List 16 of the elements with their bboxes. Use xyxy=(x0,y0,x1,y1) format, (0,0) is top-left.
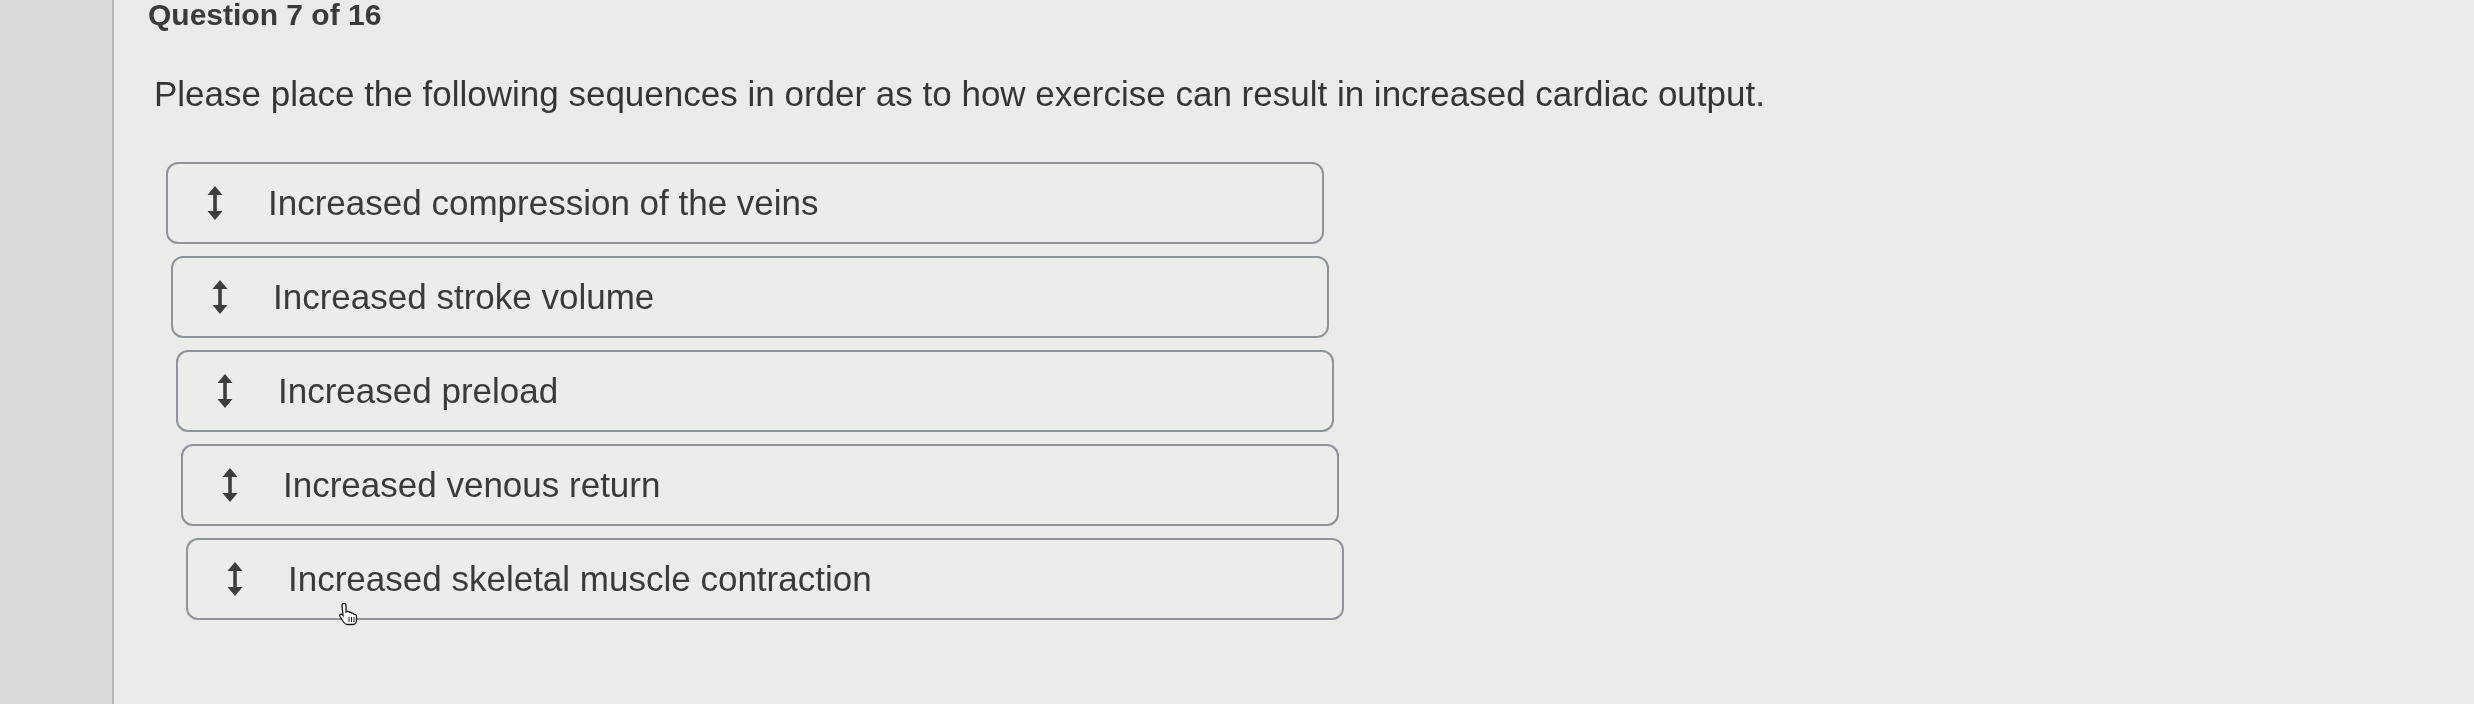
up-down-arrow-icon xyxy=(206,185,224,221)
question-counter: Question 7 of 16 xyxy=(148,0,383,30)
up-down-arrow-icon xyxy=(221,467,239,503)
sequence-item[interactable]: Increased preload xyxy=(176,350,1334,432)
sequence-item[interactable]: Increased stroke volume xyxy=(171,256,1329,338)
item-label: Increased preload xyxy=(278,371,559,411)
sequence-item[interactable]: Increased compression of the veins xyxy=(166,162,1324,244)
sequence-item[interactable]: Increased venous return xyxy=(181,444,1339,526)
item-label: Increased venous return xyxy=(283,465,661,505)
up-down-arrow-icon xyxy=(211,279,229,315)
up-down-arrow-icon xyxy=(216,373,234,409)
item-label: Increased skeletal muscle contraction xyxy=(288,559,872,599)
question-prompt: Please place the following sequences in order as to how exercise can result in increased cardiac output. xyxy=(154,74,1766,114)
item-label: Increased stroke volume xyxy=(273,277,655,317)
item-label: Increased compression of the veins xyxy=(268,183,819,223)
up-down-arrow-icon xyxy=(226,561,244,597)
